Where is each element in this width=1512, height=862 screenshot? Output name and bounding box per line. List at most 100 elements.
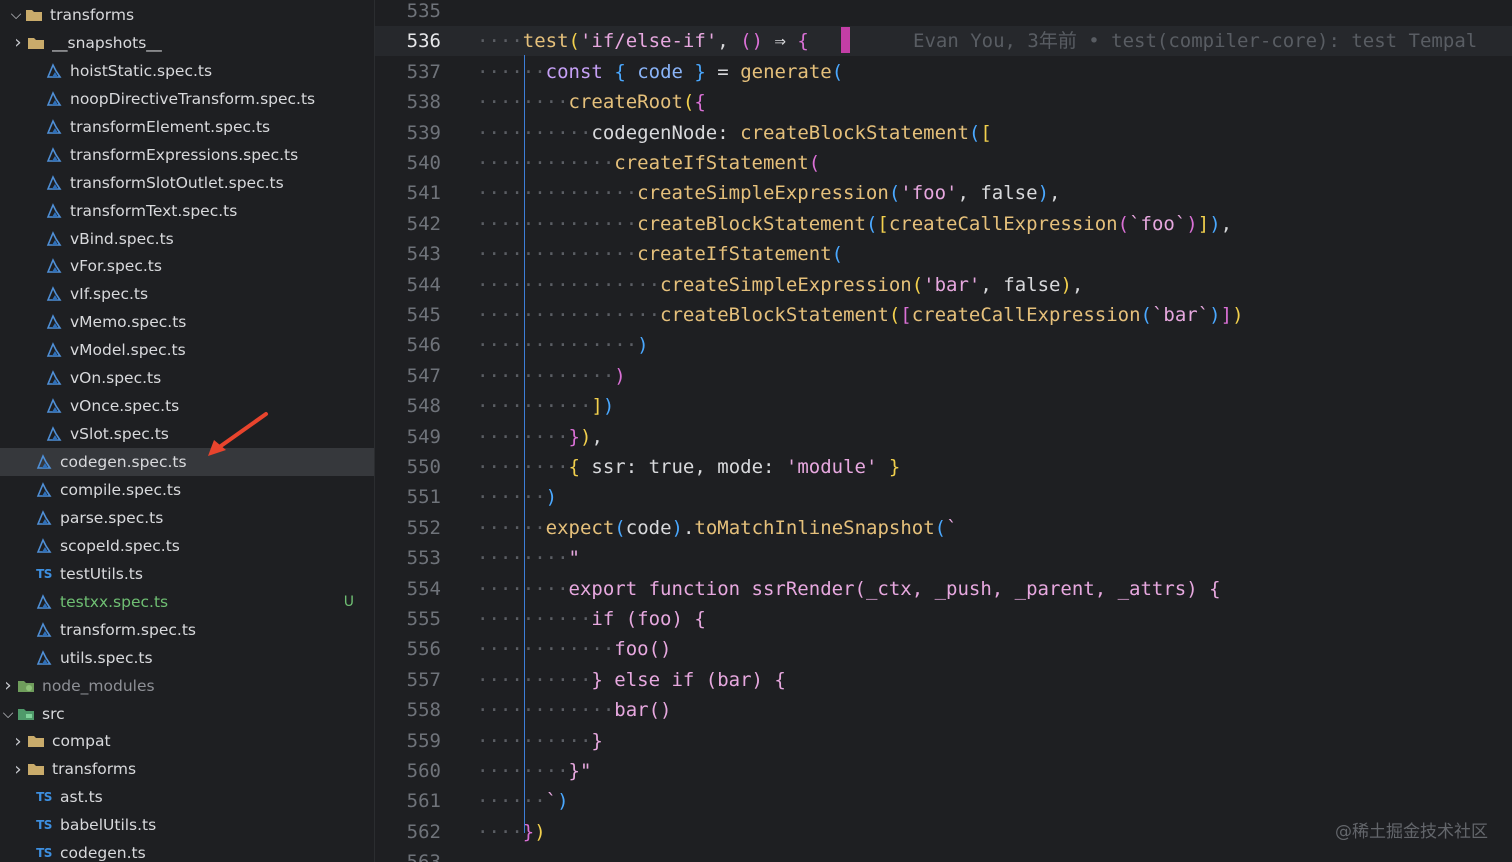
file-tree-item[interactable]: utils.spec.ts xyxy=(0,644,374,672)
chevron-right-icon[interactable]: › xyxy=(10,759,26,780)
code-line[interactable]: 542 ··············createBlockStatement([c… xyxy=(375,209,1512,239)
code-token: ( xyxy=(1117,212,1130,235)
file-tree-item[interactable]: › compat xyxy=(0,727,374,755)
watermark: @稀土掘金技术社区 xyxy=(1335,822,1488,842)
file-tree-item[interactable]: codegen.spec.ts xyxy=(0,448,374,477)
code-line[interactable]: 544 ················createSimpleExpressio… xyxy=(375,270,1512,300)
code-line[interactable]: 539 ··········codegenNode: createBlockSta… xyxy=(375,118,1512,148)
chevron-down-icon[interactable]: ⌵ xyxy=(0,706,16,722)
file-tree-item[interactable]: scopeId.spec.ts xyxy=(0,532,374,560)
file-tree-item-label: vIf.spec.ts xyxy=(70,285,149,304)
file-tree-item[interactable]: vModel.spec.ts xyxy=(0,336,374,364)
file-tree-item-label: codegen.ts xyxy=(60,844,146,862)
file-tree-item[interactable]: noopDirectiveTransform.spec.ts xyxy=(0,85,374,113)
code-line[interactable]: 543 ··············createIfStatement( xyxy=(375,239,1512,269)
code-line[interactable]: 563 xyxy=(375,847,1512,862)
code-line[interactable]: 540 ············createIfStatement( xyxy=(375,148,1512,178)
code-token: , xyxy=(1071,273,1084,296)
file-tree-item[interactable]: vBind.spec.ts xyxy=(0,225,374,253)
code-token: ( xyxy=(865,212,878,235)
file-tree-item-label: transformExpressions.spec.ts xyxy=(70,145,299,164)
file-tree-item[interactable]: transform.spec.ts xyxy=(0,616,374,644)
code-token: ···· xyxy=(522,456,569,478)
file-tree-item[interactable]: › transforms xyxy=(0,755,374,783)
code-line[interactable]: 560 ········}" xyxy=(375,756,1512,786)
chevron-right-icon[interactable]: › xyxy=(0,675,16,696)
code-token: [ xyxy=(900,304,912,326)
file-tree-item[interactable]: TS babelUtils.ts xyxy=(0,811,374,839)
code-token: ) xyxy=(1037,182,1050,205)
test-file-icon xyxy=(44,229,64,249)
code-token: ) xyxy=(534,820,546,843)
file-tree-item-label: hoistStatic.spec.ts xyxy=(70,61,213,80)
code-token: ( xyxy=(911,273,924,296)
test-file-icon xyxy=(44,173,64,193)
file-tree-item[interactable]: transformElement.spec.ts xyxy=(0,113,374,141)
file-tree-item[interactable]: testxx.spec.ts U xyxy=(0,588,374,616)
file-tree-item-label: transforms xyxy=(52,760,137,779)
file-tree-item[interactable]: ⌵ src xyxy=(0,700,374,728)
file-tree-item[interactable]: vSlot.spec.ts xyxy=(0,420,374,448)
code-token: ) xyxy=(1209,304,1221,326)
code-token: createCallExpression xyxy=(888,212,1118,235)
code-line[interactable]: 549 ········}), xyxy=(375,422,1512,452)
code-token: } xyxy=(694,60,706,83)
chevron-down-icon[interactable]: ⌵ xyxy=(8,7,24,23)
code-line[interactable]: 538 ········createRoot({ xyxy=(375,87,1512,117)
code-token: ` xyxy=(946,516,958,539)
file-tree-item[interactable]: compile.spec.ts xyxy=(0,476,374,504)
code-line[interactable]: 559 ··········} xyxy=(375,726,1512,756)
whitespace-dots: ···· xyxy=(477,121,523,144)
file-tree-item[interactable]: › __snapshots__ xyxy=(0,29,374,57)
file-tree-item[interactable]: parse.spec.ts xyxy=(0,504,374,532)
test-file-icon xyxy=(44,340,64,360)
file-tree-item[interactable]: vIf.spec.ts xyxy=(0,280,374,308)
chevron-right-icon[interactable]: › xyxy=(10,731,26,752)
code-line[interactable]: 551 ······) xyxy=(375,482,1512,512)
code-token: ( xyxy=(831,243,844,266)
file-tree-item[interactable]: › node_modules xyxy=(0,672,374,700)
code-editor[interactable]: 535 536 ····test('if/else-if', () ⇒ {Evan … xyxy=(375,0,1512,862)
code-line[interactable]: 537 ······const { code } = generate( xyxy=(375,57,1512,87)
code-text: ········}" xyxy=(477,756,591,786)
code-line[interactable]: 541 ··············createSimpleExpression(… xyxy=(375,178,1512,208)
file-tree-item[interactable]: TS testUtils.ts xyxy=(0,560,374,588)
file-tree-item[interactable]: vOnce.spec.ts xyxy=(0,392,374,420)
test-file-icon xyxy=(44,312,64,332)
code-line[interactable]: 561 ······`) xyxy=(375,786,1512,816)
code-line[interactable]: 548 ··········]) xyxy=(375,391,1512,421)
code-line[interactable]: 554 ········export function ssrRender(_ct… xyxy=(375,574,1512,604)
file-tree-item[interactable]: transformSlotOutlet.spec.ts xyxy=(0,169,374,197)
file-tree-item[interactable]: vOn.spec.ts xyxy=(0,364,374,392)
code-token: { xyxy=(614,60,626,83)
code-line[interactable]: 546 ··············) xyxy=(375,330,1512,360)
code-line[interactable]: 552 ······expect(code).toMatchInlineSnaps… xyxy=(375,513,1512,543)
file-tree-item[interactable]: vFor.spec.ts xyxy=(0,252,374,280)
code-token: ( xyxy=(614,516,626,539)
chevron-right-icon[interactable]: › xyxy=(10,32,26,53)
code-line[interactable]: 553 ········" xyxy=(375,543,1512,573)
code-line[interactable]: 557 ··········} else if (bar) { xyxy=(375,665,1512,695)
line-number: 560 xyxy=(406,760,441,782)
file-tree-item[interactable]: transformExpressions.spec.ts xyxy=(0,141,374,169)
file-tree-item[interactable]: hoistStatic.spec.ts xyxy=(0,57,374,85)
file-tree-item[interactable]: TS ast.ts xyxy=(0,783,374,811)
code-line[interactable]: 550 ········{ ssr: true, mode: 'module' } xyxy=(375,452,1512,482)
file-tree-item[interactable]: transformText.spec.ts xyxy=(0,197,374,225)
file-tree-item[interactable]: vMemo.spec.ts xyxy=(0,308,374,336)
file-tree-item[interactable]: TS codegen.ts xyxy=(0,839,374,862)
code-line[interactable]: 535 xyxy=(375,0,1512,26)
code-token: ] xyxy=(591,395,603,418)
code-line[interactable]: 536 ····test('if/else-if', () ⇒ {Evan You… xyxy=(375,26,1512,57)
line-number: 556 xyxy=(406,638,441,661)
code-text: ······) xyxy=(477,482,557,512)
code-line[interactable]: 558 ············bar() xyxy=(375,695,1512,725)
code-line[interactable]: 556 ············foo() xyxy=(375,634,1512,664)
code-line[interactable]: 547 ············) xyxy=(375,361,1512,391)
code-line[interactable]: 545 ················createBlockStatement(… xyxy=(375,300,1512,330)
line-number: 561 xyxy=(406,790,441,813)
file-tree-item-label: transformText.spec.ts xyxy=(70,201,238,220)
file-tree-item[interactable]: ⌵ transforms xyxy=(0,1,374,29)
code-line[interactable]: 555 ··········if (foo) { xyxy=(375,604,1512,634)
file-tree-item-label: parse.spec.ts xyxy=(60,508,164,527)
